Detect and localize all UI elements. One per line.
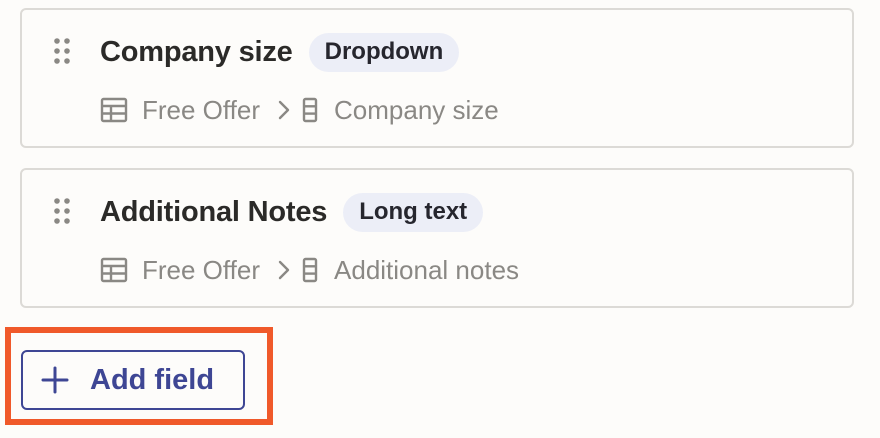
plus-icon — [40, 365, 70, 395]
table-icon — [100, 257, 128, 283]
column-name: Company size — [334, 94, 499, 125]
field-mapping: Free Offer Additional notes — [100, 250, 519, 290]
drag-handle-icon[interactable] — [53, 197, 71, 225]
field-header: Additional Notes Long text — [100, 192, 484, 232]
field-title: Additional Notes — [100, 195, 328, 228]
field-type-badge: Long text — [343, 192, 484, 232]
table-name: Free Offer — [142, 94, 261, 125]
field-header: Company size Dropdown — [100, 32, 460, 72]
field-card[interactable]: Additional Notes Long text Free Offer Ad… — [20, 168, 854, 308]
field-mapping: Free Offer Company size — [100, 90, 499, 130]
field-card[interactable]: Company size Dropdown Free Offer Company… — [20, 8, 854, 148]
add-field-button[interactable]: Add field — [21, 350, 245, 410]
column-icon — [302, 257, 318, 283]
add-field-label: Add field — [90, 363, 215, 396]
form-fields-panel: Company size Dropdown Free Offer Company… — [0, 0, 880, 438]
column-name: Additional notes — [334, 254, 520, 285]
chevron-right-icon — [278, 260, 290, 280]
field-title: Company size — [100, 35, 293, 68]
table-icon — [100, 97, 128, 123]
column-icon — [302, 97, 318, 123]
table-name: Free Offer — [142, 254, 261, 285]
field-type-badge: Dropdown — [308, 32, 460, 72]
drag-handle-icon[interactable] — [53, 37, 71, 65]
chevron-right-icon — [278, 100, 290, 120]
